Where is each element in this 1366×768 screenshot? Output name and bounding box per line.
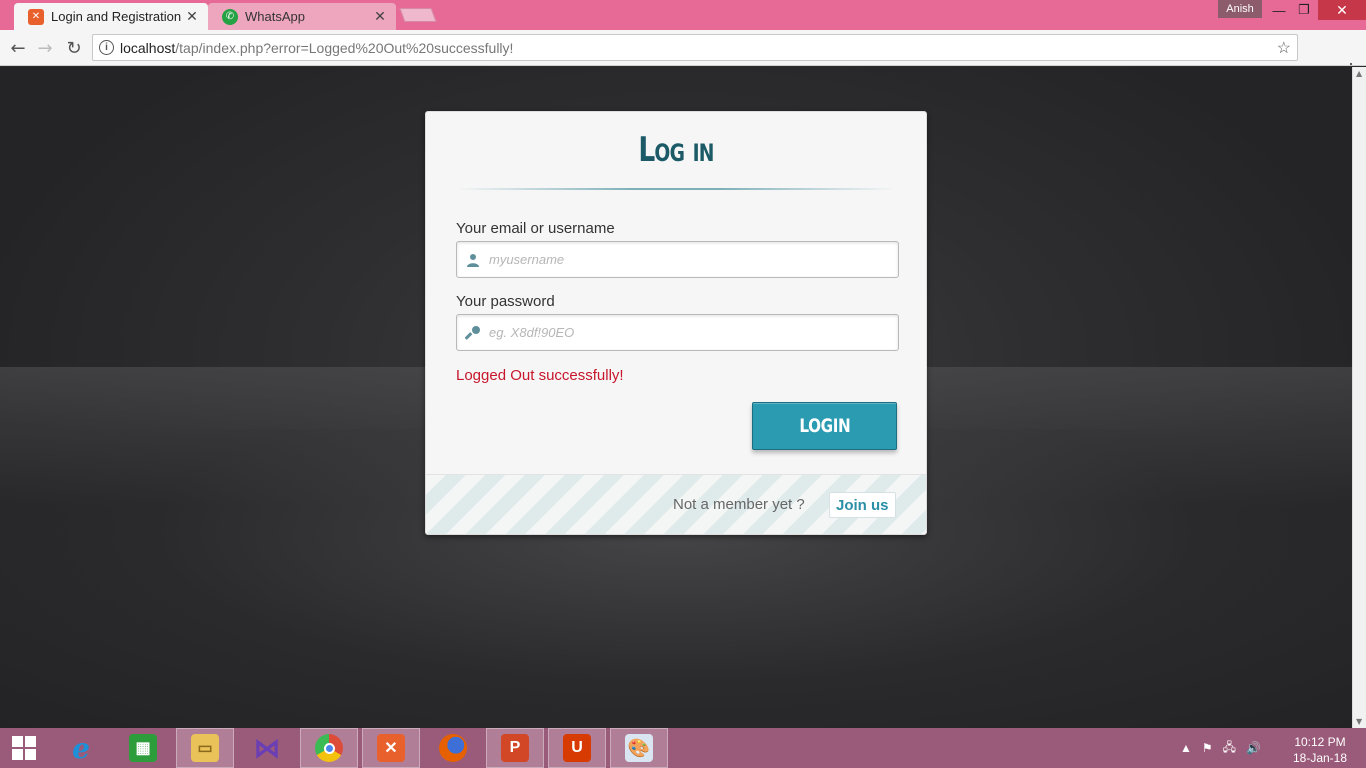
restore-icon[interactable]: ❐ [1291,0,1317,20]
page-viewport: Log in Your email or username Your passw… [0,67,1352,728]
clock-date: 18-Jan-18 [1292,751,1348,765]
windows-logo-icon [12,736,36,760]
clock-time: 10:12 PM [1294,735,1346,749]
card-footer: Not a member yet ? Join us [426,474,926,534]
logout-message: Logged Out successfully! [456,367,624,384]
email-field-wrapper[interactable] [456,241,899,278]
scroll-up-icon[interactable]: ▲ [1356,69,1362,78]
back-arrow-icon[interactable]: ← [4,34,32,62]
title-divider [456,188,896,190]
tab-whatsapp[interactable]: ✆ WhatsApp ✕ [208,3,396,30]
info-icon[interactable]: i [99,40,114,55]
taskbar-store[interactable]: ▦ [114,728,172,768]
xampp-favicon-icon: ✕ [28,8,44,25]
ie-icon: e [72,731,90,765]
taskbar-file-explorer[interactable]: ▭ [176,728,234,768]
taskbar-ie[interactable]: e [52,728,110,768]
close-tab-icon[interactable]: ✕ [370,8,390,25]
new-tab-button[interactable] [399,8,437,22]
network-icon[interactable]: 🖧 [1223,738,1236,759]
office-icon: U [563,734,591,762]
folder-icon: ▭ [191,734,219,762]
email-label: Your email or username [456,220,615,237]
volume-icon[interactable]: 🔊 [1246,741,1261,755]
scroll-down-icon[interactable]: ▼ [1356,717,1362,726]
tab-title: WhatsApp [245,9,305,24]
taskbar: e ▦ ▭ ⋈ ✕ P U 🎨 ▲ ⚑ 🖧 🔊 10:12 PM 18-Jan-… [0,728,1366,768]
password-label: Your password [456,293,555,310]
paint-icon: 🎨 [625,734,653,762]
login-button[interactable]: LOGIN [752,402,897,450]
start-button[interactable] [0,728,48,768]
password-input[interactable] [489,315,898,350]
taskbar-paint[interactable]: 🎨 [610,728,668,768]
url-host: localhost [120,39,176,56]
login-button-label: LOGIN [799,415,850,437]
tab-title: Login and Registration [51,9,182,24]
forward-arrow-icon[interactable]: → [31,34,59,62]
close-tab-icon[interactable]: ✕ [182,8,202,25]
store-icon: ▦ [129,734,157,762]
url-path: /tap/index.php?error=Logged%20Out%20succ… [175,39,514,56]
tab-login-registration[interactable]: ✕ Login and Registration ✕ [14,3,208,30]
login-title: Log in [638,130,714,170]
taskbar-chrome[interactable] [300,728,358,768]
powerpoint-icon: P [501,734,529,762]
taskbar-xampp[interactable]: ✕ [362,728,420,768]
user-icon [457,253,489,267]
vertical-scrollbar[interactable]: ▲ ▼ [1352,67,1366,728]
address-bar[interactable]: i localhost/tap/index.php?error=Logged%2… [92,34,1298,61]
firefox-icon [439,734,467,762]
password-field-wrapper[interactable] [456,314,899,351]
member-prompt: Not a member yet ? [673,496,805,513]
whatsapp-favicon-icon: ✆ [222,8,238,25]
close-window-icon[interactable]: ✕ [1318,0,1366,20]
bookmark-star-icon[interactable]: ☆ [1277,38,1291,58]
taskbar-office[interactable]: U [548,728,606,768]
show-hidden-icons-icon[interactable]: ▲ [1180,741,1192,755]
email-input[interactable] [489,242,898,277]
minimize-icon[interactable]: — [1266,0,1292,20]
flag-icon[interactable]: ⚑ [1202,741,1213,755]
vs-icon: ⋈ [254,732,280,763]
system-tray: ▲ ⚑ 🖧 🔊 [1180,728,1261,768]
browser-toolbar: ← → ↻ i localhost/tap/index.php?error=Lo… [0,30,1366,86]
taskbar-powerpoint[interactable]: P [486,728,544,768]
xampp-icon: ✕ [377,734,405,762]
profile-button[interactable]: Anish [1218,0,1262,18]
clock[interactable]: 10:12 PM 18-Jan-18 [1288,734,1352,766]
taskbar-visual-studio[interactable]: ⋈ [238,728,296,768]
chrome-icon [315,734,343,762]
tab-strip: ✕ Login and Registration ✕ ✆ WhatsApp ✕ … [0,0,1366,30]
taskbar-firefox[interactable] [424,728,482,768]
reload-icon[interactable]: ↻ [60,34,88,62]
key-icon [457,325,489,341]
join-us-link[interactable]: Join us [829,492,896,518]
login-card: Log in Your email or username Your passw… [425,111,927,535]
